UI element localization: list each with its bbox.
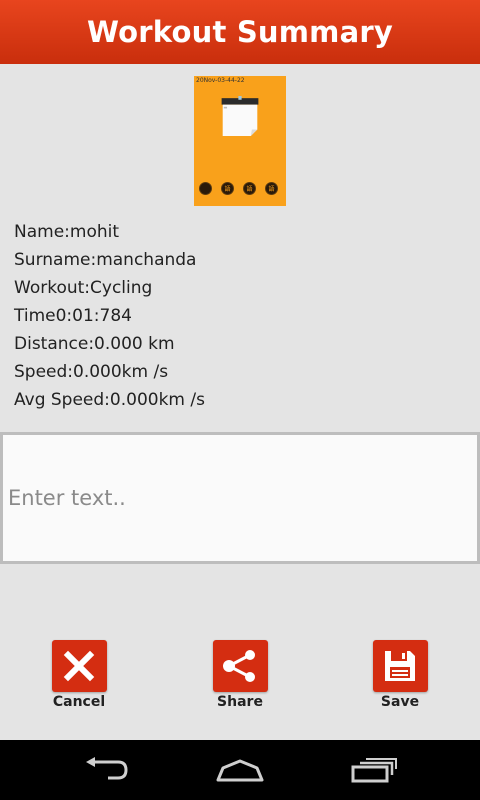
thumbnail-button-4: 語 xyxy=(265,182,278,195)
page-title: Workout Summary xyxy=(87,15,393,49)
distance-text: Distance:0.000 km xyxy=(14,334,175,354)
recent-apps-icon[interactable] xyxy=(344,754,404,786)
thumbnail-button-3: 語 xyxy=(243,182,256,195)
save-button[interactable]: Save xyxy=(355,640,445,710)
speed-text: Speed:0.000km /s xyxy=(14,362,169,382)
back-icon[interactable] xyxy=(76,754,136,786)
home-icon[interactable] xyxy=(210,754,270,786)
name-text: Name:mohit xyxy=(14,222,120,242)
thumbnail-button-1 xyxy=(199,182,212,195)
floppy-disk-icon xyxy=(372,640,428,692)
note-input[interactable] xyxy=(3,435,477,561)
workout-thumbnail[interactable]: 20Nov-03-44-22 語 語 語 xyxy=(194,76,286,206)
thumbnail-date: 20Nov-03-44-22 xyxy=(196,77,245,84)
close-icon xyxy=(51,640,107,692)
thumbnail-button-2: 語 xyxy=(221,182,234,195)
cancel-label: Cancel xyxy=(52,694,106,710)
share-label: Share xyxy=(217,694,263,710)
share-icon xyxy=(212,640,268,692)
surname-text: Surname:manchanda xyxy=(14,250,197,270)
note-input-container xyxy=(0,432,480,564)
cancel-button[interactable]: Cancel xyxy=(34,640,124,710)
note-pad-image xyxy=(221,96,259,136)
system-navigation-bar xyxy=(0,740,480,800)
app-header: Workout Summary xyxy=(0,0,480,64)
avg-speed-text: Avg Speed:0.000km /s xyxy=(14,390,205,410)
share-button[interactable]: Share xyxy=(195,640,285,710)
save-label: Save xyxy=(380,694,420,710)
workout-details: Name:mohit Surname:manchanda Workout:Cyc… xyxy=(14,220,205,416)
workout-type-text: Workout:Cycling xyxy=(14,278,153,298)
time-text: Time0:01:784 xyxy=(14,306,132,326)
